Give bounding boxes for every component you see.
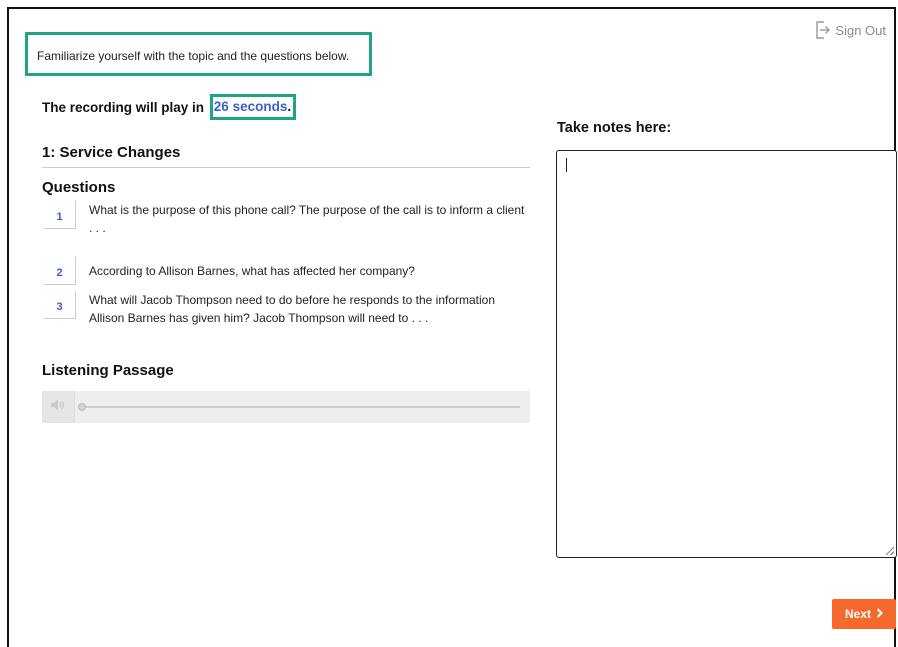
instruction-box: Familiarize yourself with the topic and … — [25, 32, 372, 76]
notes-textarea[interactable] — [556, 150, 897, 558]
instruction-text: Familiarize yourself with the topic and … — [37, 49, 350, 63]
listening-heading: Listening Passage — [42, 362, 174, 379]
questions-heading: Questions — [42, 179, 116, 196]
notes-label: Take notes here: — [557, 120, 672, 136]
section-divider — [42, 167, 530, 168]
timer-value-box: 26 seconds. — [209, 94, 297, 120]
timer-suffix: . — [287, 99, 292, 114]
volume-icon — [50, 398, 66, 417]
next-button[interactable]: Next — [832, 599, 896, 629]
volume-button[interactable] — [42, 391, 75, 423]
section-title: 1: Service Changes — [42, 144, 181, 161]
question-text: What will Jacob Thompson need to do befo… — [89, 293, 496, 325]
sign-out-icon — [815, 21, 831, 39]
question-number: 1 — [44, 201, 76, 229]
audio-player — [42, 391, 530, 423]
question-text: According to Allison Barnes, what has af… — [89, 264, 415, 278]
chevron-right-icon — [876, 607, 883, 621]
question-number: 3 — [44, 291, 76, 319]
timer-prefix: The recording will play in — [42, 99, 205, 115]
question-item: 3 What will Jacob Thompson need to do be… — [44, 291, 530, 327]
text-caret — [566, 158, 567, 172]
question-number: 2 — [44, 257, 76, 285]
next-label: Next — [844, 607, 871, 621]
question-item: 2 According to Allison Barnes, what has … — [44, 257, 530, 285]
audio-progress-track — [82, 406, 520, 408]
test-frame: Sign Out Familiarize yourself with the t… — [7, 7, 897, 647]
question-item: 1 What is the purpose of this phone call… — [44, 201, 530, 237]
resize-grip-icon[interactable] — [886, 547, 894, 555]
sign-out-label: Sign Out — [835, 22, 886, 38]
recording-timer: The recording will play in 26 seconds. — [42, 94, 297, 120]
audio-progress-handle — [78, 403, 86, 411]
question-text: What is the purpose of this phone call? … — [89, 203, 525, 235]
sign-out-link[interactable]: Sign Out — [815, 21, 886, 39]
timer-value: 26 seconds — [213, 99, 288, 114]
